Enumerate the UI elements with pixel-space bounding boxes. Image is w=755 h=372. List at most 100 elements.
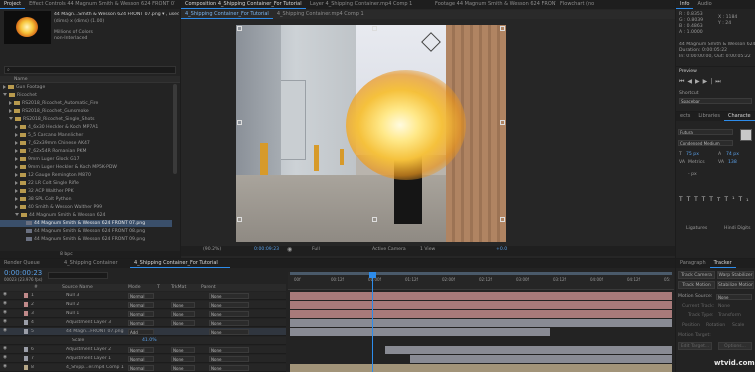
bpc-label[interactable]: 8 bpc [60,252,73,257]
blend-mode-select[interactable]: Normal [128,347,154,353]
chevron-right-icon[interactable] [15,148,18,153]
transform-handle[interactable] [237,26,242,31]
transform-handle[interactable] [500,26,505,31]
tab-composition[interactable]: Composition 4_Shipping Container_For Tut… [181,0,306,9]
superscript-icon[interactable]: T¹ [724,196,738,203]
scale-checkbox[interactable]: Scale [732,323,744,328]
shortcut-select[interactable]: Spacebar [679,98,752,104]
layer-duration-bar[interactable] [290,310,672,318]
chevron-down-icon[interactable] [15,213,19,216]
layer-row[interactable]: ◉ 2 Null 2 Normal None None [0,301,286,309]
font-size-value[interactable]: 75 px [686,152,699,157]
project-folder-item[interactable]: 5_5 Carcano Mannlicher [0,132,172,139]
layer-duration-bar[interactable] [290,319,672,327]
transform-handle[interactable] [500,120,505,125]
project-folder-item[interactable]: 4_6x30 Heckler & Koch MP7A1 [0,124,172,131]
label-color-swatch[interactable] [24,302,28,307]
layer-duration-bar[interactable] [410,355,672,363]
visibility-eye-icon[interactable]: ◉ [3,310,7,315]
visibility-eye-icon[interactable]: ◉ [3,301,7,306]
stabilize-motion-button[interactable]: Stabilize Motion [717,281,754,289]
project-scrollbar[interactable] [173,84,177,174]
property-row[interactable]: Scale 41.0% [0,337,286,345]
tab-info[interactable]: Info [676,0,694,9]
view-layout-select[interactable]: 1 View [420,247,435,252]
project-folder-item[interactable]: RS2018_Ricochet_Automatic_Fire [0,100,172,107]
tab-render-queue[interactable]: Render Queue [0,259,60,268]
chevron-right-icon[interactable] [15,188,18,193]
chevron-right-icon[interactable] [15,156,18,161]
project-folder-item[interactable]: Ricochet [0,92,172,99]
project-folder-item[interactable]: 12 Gauge Remington M870 [0,172,172,179]
ligatures-checkbox[interactable]: Ligatures [686,226,707,231]
track-matte-select[interactable]: None [171,320,195,326]
current-time[interactable]: 0:00:09:23 [254,247,279,252]
rotation-checkbox[interactable]: Rotation [706,323,725,328]
subtab-for-tutorial[interactable]: 4_Shipping Container_For Tutorial [181,10,273,19]
blend-mode-select[interactable]: Add [128,329,154,335]
track-motion-button[interactable]: Track Motion [678,281,715,289]
layer-duration-bar[interactable] [290,328,550,336]
label-color-swatch[interactable] [24,293,28,298]
layer-row[interactable]: ◉ 8 4_Shipp...er.mp4 Comp 1 Normal None None [0,364,286,372]
label-color-swatch[interactable] [24,365,28,370]
tab-character[interactable]: Characte [724,112,755,121]
transform-handle[interactable] [237,217,242,222]
last-frame-icon[interactable]: ⏭ [715,78,723,85]
fill-color-swatch[interactable] [740,129,752,141]
resolution-select[interactable]: Full [312,247,320,252]
blend-mode-select[interactable]: Normal [128,356,154,362]
visibility-eye-icon[interactable]: ◉ [3,328,7,333]
zoom-level[interactable]: (90.2%) [203,247,221,252]
chevron-right-icon[interactable] [15,204,18,209]
tab-for-tutorial[interactable]: 4_Shipping Container_For Tutorial [130,259,230,268]
exposure-value[interactable]: +0.0 [496,247,507,252]
font-family-select[interactable]: Futura [678,129,733,135]
parent-select[interactable]: None [209,356,249,362]
tab-effects[interactable]: ects [676,112,694,121]
project-folder-item[interactable]: 38 SPL Colt Python [0,196,172,203]
layer-duration-bar[interactable] [290,292,672,300]
tab-audio[interactable]: Audio [693,0,715,9]
playhead[interactable] [372,272,373,372]
transform-handle[interactable] [372,217,377,222]
parent-select[interactable]: None [209,347,249,353]
tracking-value[interactable]: 138 [728,160,737,165]
tab-shipping-container[interactable]: 4_Shipping Container [60,259,130,268]
project-folder-item[interactable]: 32 ACP Walther PPK [0,188,172,195]
leading-value[interactable]: 74 px [726,152,739,157]
project-folder-item[interactable]: RS2018_Ricochet_Single_Shots [0,116,172,123]
label-color-swatch[interactable] [24,320,28,325]
visibility-eye-icon[interactable]: ◉ [3,355,7,360]
timeline-timecode[interactable]: 0:00:00:23 [4,269,42,277]
active-camera-select[interactable]: Active Camera [372,247,406,252]
project-search-input[interactable]: ⌕ [4,66,176,74]
track-matte-select[interactable]: None [171,311,195,317]
chevron-right-icon[interactable] [9,100,12,105]
chevron-down-icon[interactable] [3,93,7,96]
parent-select[interactable]: None [209,320,249,326]
blend-mode-select[interactable]: Normal [128,311,154,317]
tab-effect-controls[interactable]: Effect Controls 44 Magnum Smith & Wesson… [25,0,175,9]
parent-select[interactable]: None [209,311,249,317]
layer-duration-bar[interactable] [290,364,672,372]
project-folder-item[interactable]: 40 Smith & Wesson Walther P99 [0,204,172,211]
next-frame-icon[interactable]: ▶| [703,78,716,85]
all-caps-icon[interactable]: TT [694,196,709,203]
layer-row[interactable]: ◉ 3 Null 1 Normal None None [0,310,286,318]
edit-target-button[interactable]: Edit Target... [678,342,712,350]
track-matte-select[interactable]: None [171,365,195,371]
transform-handle[interactable] [372,26,377,31]
tab-flowchart[interactable]: Flowchart (no [556,0,616,9]
chevron-right-icon[interactable] [15,172,18,177]
timeline-search-input[interactable] [48,272,108,279]
track-matte-select[interactable]: None [171,347,195,353]
visibility-eye-icon[interactable]: ◉ [3,364,7,369]
current-track-value[interactable]: None [718,304,730,309]
layer-row[interactable]: ◉ 6 Adjustment Layer 2 Normal None None [0,346,286,354]
blend-mode-select[interactable]: Normal [128,365,154,371]
visibility-eye-icon[interactable]: ◉ [3,319,7,324]
subscript-icon[interactable]: T₁ [739,196,753,203]
chevron-right-icon[interactable] [15,140,18,145]
faux-bold-icon[interactable]: T [679,196,687,203]
